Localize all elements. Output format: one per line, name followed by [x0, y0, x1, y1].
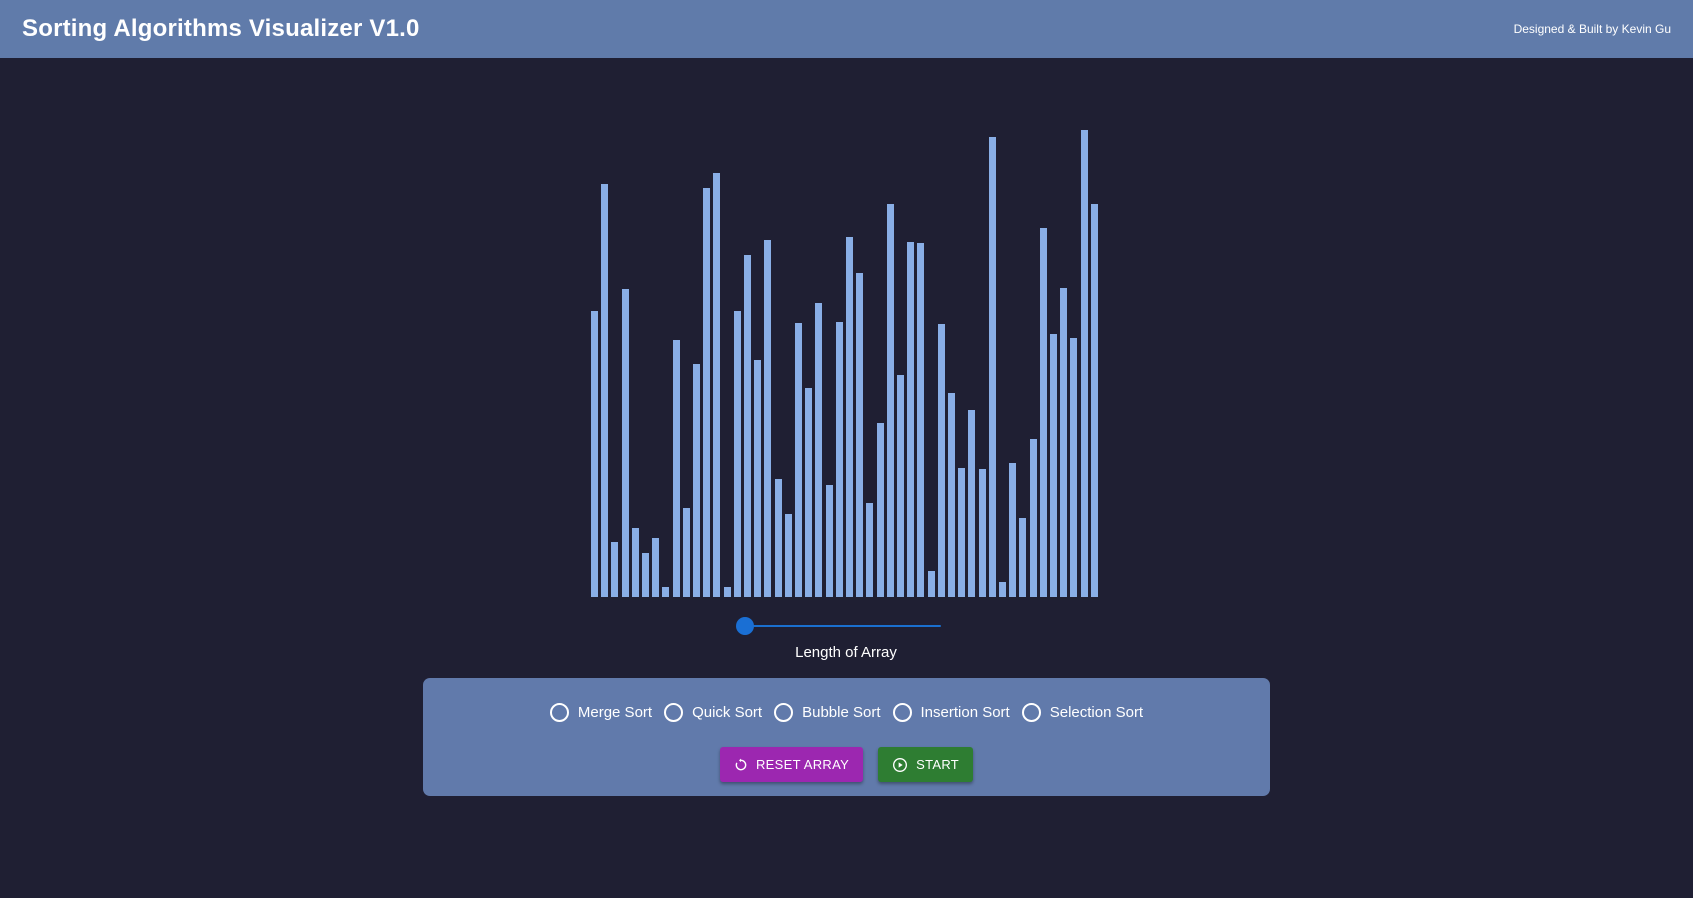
- array-bar: [835, 322, 843, 597]
- array-length-slider[interactable]: [736, 617, 941, 635]
- radio-circle-icon[interactable]: [664, 703, 684, 722]
- radio-label: Merge Sort: [577, 704, 653, 721]
- array-bar: [876, 423, 884, 597]
- app-header: Sorting Algorithms Visualizer V1.0 Desig…: [0, 0, 1693, 58]
- array-bar: [713, 173, 721, 597]
- start-button[interactable]: START: [878, 747, 974, 782]
- reset-array-label: RESET ARRAY: [755, 757, 850, 772]
- app-title: Sorting Algorithms Visualizer V1.0: [22, 15, 420, 42]
- array-bar: [1060, 288, 1068, 597]
- array-bar: [927, 571, 935, 597]
- array-bar: [591, 311, 598, 597]
- array-bar: [968, 410, 976, 597]
- array-bar: [662, 587, 670, 597]
- radio-label: Bubble Sort: [802, 704, 881, 721]
- slider-track[interactable]: [745, 625, 941, 627]
- radio-label: Insertion Sort: [920, 704, 1010, 721]
- array-bar: [682, 508, 690, 597]
- array-bar: [744, 255, 751, 597]
- array-bar: [754, 360, 762, 597]
- array-bar: [621, 289, 629, 597]
- radio-label: Quick Sort: [692, 704, 763, 721]
- array-bar: [907, 242, 915, 597]
- play-circle-icon: [892, 757, 908, 773]
- reset-array-button[interactable]: RESET ARRAY: [719, 747, 864, 782]
- array-bar: [917, 243, 925, 597]
- array-bar: [764, 240, 772, 597]
- slider-thumb[interactable]: [736, 617, 754, 635]
- array-bar: [886, 204, 894, 597]
- array-bar: [1050, 334, 1057, 597]
- array-bar: [795, 323, 802, 597]
- slider-label: Length of Array: [795, 644, 897, 661]
- array-bar: [784, 514, 792, 597]
- array-bar: [999, 582, 1006, 597]
- array-bar: [1070, 338, 1078, 597]
- array-bar: [642, 553, 649, 597]
- radio-circle-icon[interactable]: [892, 703, 912, 722]
- array-bar: [693, 364, 700, 597]
- array-bar: [1090, 204, 1098, 597]
- array-bar: [1009, 463, 1017, 597]
- radio-circle-icon[interactable]: [1021, 703, 1041, 722]
- radio-insertion-sort[interactable]: Insertion Sort: [892, 703, 1010, 722]
- array-bar: [897, 375, 904, 597]
- array-bar: [1080, 130, 1088, 597]
- array-bar: [988, 137, 996, 597]
- array-bar: [958, 468, 966, 597]
- algorithm-radio-group: Merge Sort Quick Sort Bubble Sort Insert…: [423, 703, 1270, 722]
- reset-icon: [734, 758, 748, 772]
- array-bar: [611, 542, 619, 597]
- array-bar: [733, 311, 741, 597]
- radio-bubble-sort[interactable]: Bubble Sort: [774, 703, 881, 722]
- array-bar: [774, 479, 782, 597]
- radio-quick-sort[interactable]: Quick Sort: [664, 703, 762, 722]
- array-bar: [1039, 228, 1047, 597]
- array-bar: [825, 485, 833, 597]
- author-credit: Designed & Built by Kevin Gu: [1513, 22, 1671, 36]
- radio-circle-icon[interactable]: [774, 703, 794, 722]
- radio-selection-sort[interactable]: Selection Sort: [1021, 703, 1144, 722]
- array-bars: [591, 130, 1101, 597]
- array-bar: [1029, 439, 1037, 597]
- array-bar: [815, 303, 823, 597]
- array-bar: [856, 273, 864, 597]
- array-bar: [978, 469, 986, 597]
- array-bar: [948, 393, 955, 597]
- array-bar: [1019, 518, 1027, 597]
- start-label: START: [916, 757, 960, 772]
- array-bar: [805, 388, 813, 597]
- array-bar: [866, 503, 874, 597]
- radio-merge-sort[interactable]: Merge Sort: [549, 703, 653, 722]
- controls-panel: Merge Sort Quick Sort Bubble Sort Insert…: [423, 678, 1270, 796]
- array-bar: [846, 237, 853, 597]
- array-bar: [601, 184, 609, 597]
- action-buttons: RESET ARRAY START: [423, 747, 1270, 782]
- array-bar: [631, 528, 639, 597]
- radio-circle-icon[interactable]: [549, 703, 569, 722]
- array-bar: [652, 538, 660, 597]
- array-bar: [723, 587, 731, 597]
- array-bar: [703, 188, 711, 597]
- array-bar: [672, 340, 680, 597]
- radio-label: Selection Sort: [1049, 704, 1144, 721]
- array-bar: [937, 324, 945, 597]
